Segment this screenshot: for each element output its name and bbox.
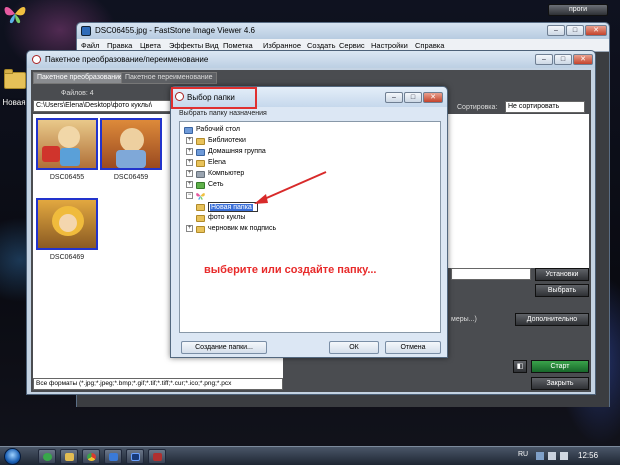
menu-view[interactable]: Вид (205, 41, 219, 50)
taskbar-chrome[interactable] (82, 449, 100, 464)
menu-effects[interactable]: Эффекты (169, 41, 203, 50)
extra-options-text: меры...) (451, 316, 477, 323)
user-folder-icon (196, 160, 205, 167)
cancel-button[interactable]: Отмена (385, 341, 441, 354)
tray-icon[interactable] (536, 452, 544, 460)
menu-help[interactable]: Справка (415, 41, 444, 50)
network-icon (196, 182, 205, 189)
butterfly-icon (196, 193, 205, 200)
batch-app-icon (32, 55, 41, 64)
taskbar-photoshop[interactable] (126, 449, 144, 464)
expand-icon[interactable]: + (186, 159, 193, 166)
folder-icon (65, 453, 74, 461)
libraries-icon (196, 138, 205, 145)
chooser-maximize-button[interactable]: □ (404, 92, 422, 103)
batch-titlebar: Пакетное преобразование/переименование –… (27, 51, 595, 68)
folder-tree[interactable]: Рабочий стол + Библиотеки + Домашняя гру… (179, 121, 441, 333)
chooser-subtitle: Выбрать папку назначения (179, 110, 267, 117)
menu-favorites[interactable]: Избранное (263, 41, 301, 50)
clock[interactable]: 12:56 (578, 451, 598, 460)
thumbnail-caption: DSC06455 (49, 174, 85, 181)
expand-icon[interactable]: + (186, 148, 193, 155)
mail-icon (109, 453, 118, 461)
folder-icon (196, 215, 205, 222)
chooser-minimize-button[interactable]: – (385, 92, 403, 103)
taskbar: RU 12:56 (0, 446, 620, 465)
instruction-text: выберите или создайте папку... (204, 264, 377, 276)
preview-icon[interactable]: ◧ (513, 360, 527, 373)
advanced-button[interactable]: Дополнительно (515, 313, 589, 326)
faststone-titlebar: DSC06455.jpg - FastStone Image Viewer 4.… (77, 23, 609, 39)
thumbnail-caption: DSC06469 (49, 254, 85, 261)
expand-icon[interactable]: + (186, 137, 193, 144)
batch-title: Пакетное преобразование/переименование (45, 55, 209, 64)
faststone-icon (153, 453, 162, 461)
desktop-icon (184, 127, 193, 134)
ok-button[interactable]: ОК (329, 341, 379, 354)
choose-button[interactable]: Выбрать (535, 284, 589, 297)
format-filter-select[interactable]: Все форматы (*.jpg;*.jpeg;*.bmp;*.gif;*.… (33, 378, 283, 390)
start-button[interactable]: Старт (531, 360, 589, 373)
sort-select[interactable]: Не сортировать (505, 101, 585, 113)
minimize-button[interactable]: – (547, 25, 565, 36)
maximize-button[interactable]: □ (566, 25, 584, 36)
homegroup-icon (196, 149, 205, 156)
folder-icon (196, 226, 205, 233)
language-indicator[interactable]: RU (518, 451, 528, 458)
thumbnail-caption: DSC06459 (113, 174, 149, 181)
expand-icon[interactable]: + (186, 181, 193, 188)
faststone-title: DSC06455.jpg - FastStone Image Viewer 4.… (95, 26, 255, 35)
expand-icon[interactable]: + (186, 170, 193, 177)
menu-tools[interactable]: Сервис (339, 41, 365, 50)
start-button[interactable] (4, 448, 21, 465)
files-count: Файлов: 4 (61, 90, 94, 97)
tab-batch-convert[interactable]: Пакетное преобразование (33, 72, 127, 84)
source-path-field[interactable]: C:\Users\Elena\Desktop\фото куклы\ (33, 100, 173, 112)
folder-icon (196, 204, 205, 211)
annotation-arrow-icon (254, 171, 327, 204)
taskbar-explorer[interactable] (60, 449, 78, 464)
folder-chooser-dialog: Выбор папки – □ ✕ Выбрать папку назначен… (170, 86, 448, 358)
progi-button[interactable]: проги (548, 4, 608, 16)
close-dialog-button[interactable]: Закрыть (531, 377, 589, 390)
expand-icon[interactable]: + (186, 225, 193, 232)
volume-icon[interactable] (560, 452, 568, 460)
chrome-icon (87, 453, 96, 461)
photoshop-icon (131, 453, 140, 461)
faststone-app-icon (81, 26, 91, 36)
thumbnail-image[interactable] (36, 198, 98, 250)
taskbar-faststone[interactable] (148, 449, 166, 464)
output-format-select[interactable] (451, 268, 531, 280)
taskbar-media-player[interactable] (38, 449, 56, 464)
title-highlight-box (171, 87, 257, 109)
thumbnail-image[interactable] (100, 118, 162, 170)
media-player-icon (43, 453, 52, 461)
create-folder-button[interactable]: Создание папки... (181, 341, 267, 354)
chooser-close-button[interactable]: ✕ (423, 92, 443, 103)
butterfly-icon[interactable] (2, 2, 28, 26)
menu-file[interactable]: Файл (81, 41, 99, 50)
menu-settings[interactable]: Настройки (371, 41, 408, 50)
install-button[interactable]: Установки (535, 268, 589, 281)
desktop-folder-label: Новая (2, 98, 26, 107)
batch-maximize-button[interactable]: □ (554, 54, 572, 65)
sort-label: Сортировка: (457, 104, 498, 111)
close-button[interactable]: ✕ (585, 25, 607, 36)
menu-colors[interactable]: Цвета (140, 41, 161, 50)
collapse-icon[interactable]: − (186, 192, 193, 199)
menu-tag[interactable]: Пометка (223, 41, 253, 50)
batch-close-button[interactable]: ✕ (573, 54, 593, 65)
menu-create[interactable]: Создать (307, 41, 336, 50)
rename-folder-text: Новая папка (210, 204, 253, 211)
batch-minimize-button[interactable]: – (535, 54, 553, 65)
taskbar-mail[interactable] (104, 449, 122, 464)
computer-icon (196, 171, 205, 178)
menu-edit[interactable]: Правка (107, 41, 132, 50)
tab-batch-rename[interactable]: Пакетное переименование (121, 72, 217, 84)
thumbnail-image[interactable] (36, 118, 98, 170)
desktop-folder-icon[interactable] (4, 68, 26, 90)
network-icon[interactable] (548, 452, 556, 460)
